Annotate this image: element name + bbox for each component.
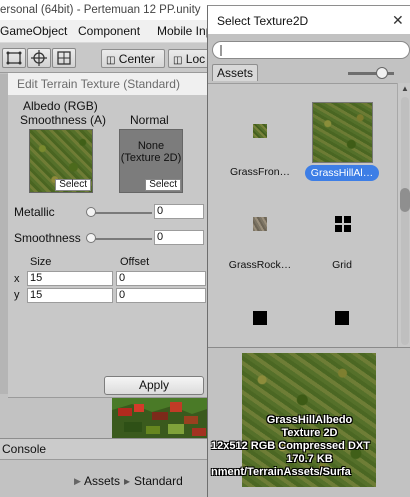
normal-texture-slot[interactable]: None (Texture 2D) Select (119, 129, 183, 193)
grass-front-thumbnail[interactable] (253, 124, 267, 138)
center-label: Center (118, 52, 155, 66)
search-input[interactable] (212, 41, 410, 59)
breadcrumb-arrow-icon: ▶ (74, 476, 81, 486)
rect-tool-icon[interactable] (2, 48, 26, 68)
console-tab-bar: Console (0, 438, 210, 460)
asset-grid-scrollbar[interactable]: ▲ (397, 83, 410, 347)
pivot-center-button[interactable]: ◫ Center (101, 49, 165, 68)
preview-path: nment/TerrainAssets/Surfa (211, 466, 351, 478)
menu-mobile-input[interactable]: Mobile Inp (157, 24, 212, 38)
dialog-title: Edit Terrain Texture (Standard) (8, 73, 218, 95)
offset-y-field[interactable]: 0 (116, 288, 206, 303)
smoothness-label: Smoothness (14, 231, 81, 245)
y-axis-label: y (14, 289, 20, 301)
scale-tool-icon[interactable] (52, 48, 76, 68)
asset-label-grid[interactable]: Grid (300, 259, 384, 271)
preview-size: 170.7 KB (286, 453, 333, 465)
albedo-select-button[interactable]: Select (55, 179, 91, 191)
metallic-label: Metallic (14, 205, 55, 219)
offset-label: Offset (120, 256, 150, 268)
inspector-background (0, 398, 112, 438)
menu-component[interactable]: Component (78, 24, 140, 38)
picker-title: Select Texture2D (217, 14, 309, 28)
scene-view-terrain[interactable] (112, 398, 210, 438)
select-texture2d-window: Select Texture2D ✕ Assets GrassFron… Gra… (207, 5, 410, 497)
breadcrumb-assets[interactable]: Assets (84, 474, 120, 488)
asset-grid: GrassFron… GrassHillAl… GrassRock… Grid (208, 83, 397, 347)
x-axis-label: x (14, 273, 20, 285)
edit-terrain-texture-dialog: Edit Terrain Texture (Standard) Albedo (… (8, 73, 218, 398)
asset-label-grasshillalbedo-selected[interactable]: GrassHillAl… (305, 165, 379, 181)
smoothness-slider-thumb[interactable] (86, 233, 96, 243)
size-y-field[interactable]: 15 (27, 288, 113, 303)
metallic-value-field[interactable]: 0 (154, 204, 204, 219)
preview-type: Texture 2D (281, 427, 338, 439)
metallic-slider-thumb[interactable] (86, 207, 96, 217)
size-x-field[interactable]: 15 (27, 271, 113, 286)
breadcrumb-separator-icon: ▸ (124, 474, 131, 488)
albedo-texture-slot[interactable]: Select (29, 129, 93, 193)
normal-label: Normal (130, 113, 169, 127)
picker-title-bar: Select Texture2D ✕ (208, 6, 410, 34)
albedo-label: Albedo (RGB) (23, 99, 98, 113)
texture-preview-panel: GrassHillAlbedo Texture 2D 12x512 RGB Co… (208, 347, 410, 497)
close-icon[interactable]: ✕ (392, 12, 404, 29)
scrollbar-track[interactable] (401, 97, 409, 345)
center-icon: ◫ (106, 55, 116, 66)
console-tab[interactable]: Console (2, 442, 46, 456)
black-texture-thumbnail[interactable] (253, 311, 267, 325)
preview-name: GrassHillAlbedo (266, 414, 353, 426)
smoothness-a-label: Smoothness (A) (20, 113, 107, 127)
scroll-up-icon[interactable]: ▲ (401, 84, 409, 93)
local-label: Loc (185, 52, 206, 66)
offset-x-field[interactable]: 0 (116, 271, 206, 286)
transform-tool-icon[interactable] (27, 48, 51, 68)
search-cursor-icon (220, 45, 222, 56)
normal-select-button[interactable]: Select (145, 179, 181, 191)
grass-hill-albedo-thumbnail[interactable] (312, 102, 373, 163)
smoothness-slider-track[interactable] (88, 238, 152, 240)
normal-none-text: None (Texture 2D) (120, 140, 182, 164)
size-label: Size (30, 256, 52, 268)
asset-label-grassrock[interactable]: GrassRock… (218, 259, 302, 271)
breadcrumb-standard[interactable]: Standard (134, 474, 183, 488)
metallic-slider-track[interactable] (88, 212, 152, 214)
grass-rock-thumbnail[interactable] (253, 217, 267, 231)
menu-gameobject[interactable]: GameObject (0, 24, 67, 38)
scrollbar-thumb[interactable] (400, 188, 410, 212)
grid-thumbnail[interactable] (335, 216, 351, 232)
asset-label-grassfront[interactable]: GrassFron… (218, 166, 302, 178)
zoom-slider-thumb[interactable] (376, 67, 388, 79)
smoothness-value-field[interactable]: 0 (154, 230, 204, 245)
preview-format: 12x512 RGB Compressed DXT (211, 440, 370, 452)
tab-assets[interactable]: Assets (212, 64, 258, 81)
breadcrumb: Assets ▸ Standard (84, 474, 183, 488)
local-icon: ◫ (173, 55, 183, 66)
black-texture-thumbnail-2[interactable] (335, 311, 349, 325)
apply-button[interactable]: Apply (104, 376, 204, 395)
